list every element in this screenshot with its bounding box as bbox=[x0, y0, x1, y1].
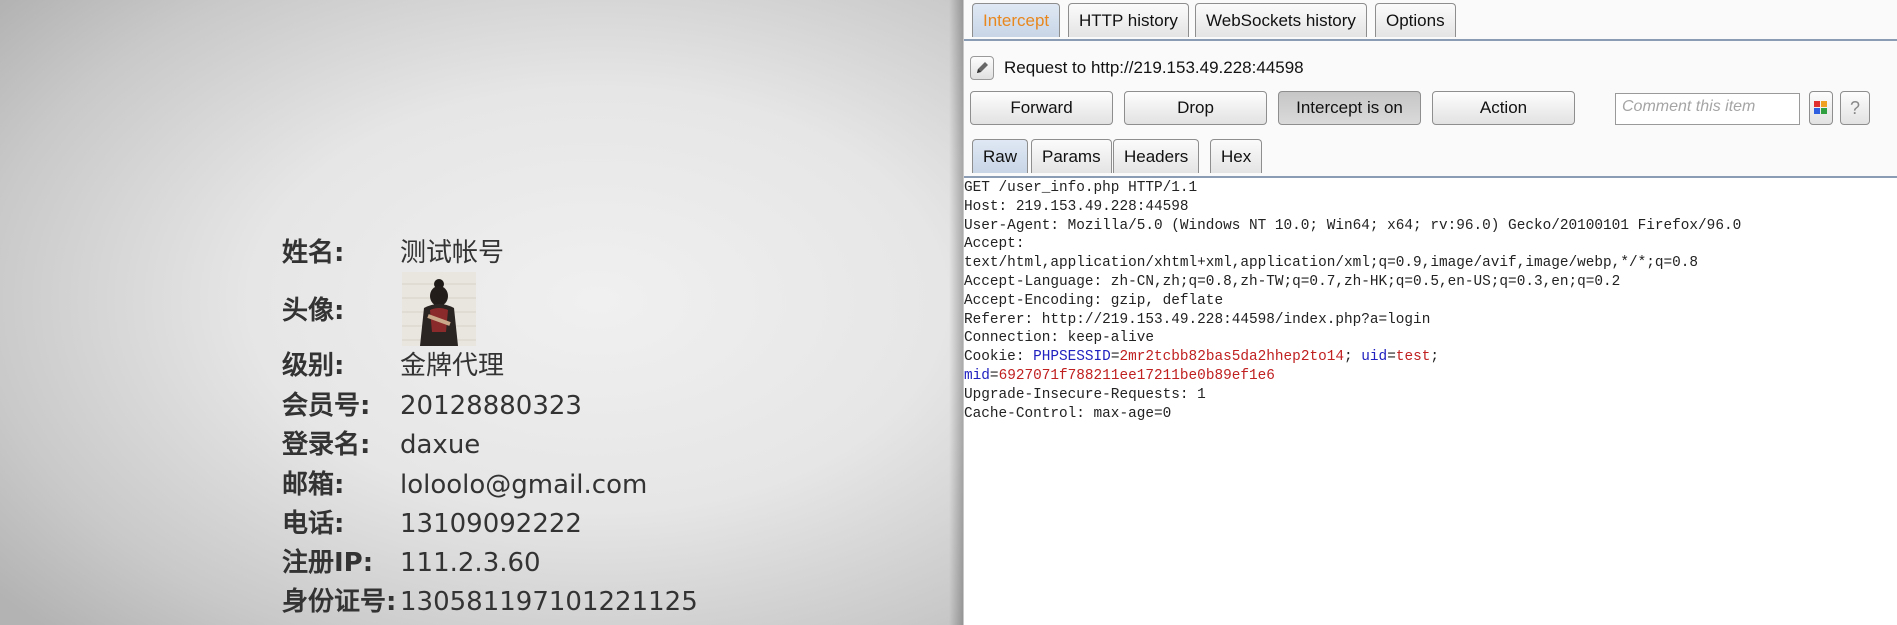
message-view-tabbar: Raw Params Headers Hex bbox=[964, 137, 1897, 178]
name-label: 姓名: bbox=[282, 238, 345, 268]
phone-label: 电话: bbox=[282, 509, 345, 539]
tab-intercept[interactable]: Intercept bbox=[972, 3, 1061, 37]
tab-http-history[interactable]: HTTP history bbox=[1068, 3, 1189, 37]
info-row-reg-ip: 注册IP: 111.2.3.60 bbox=[282, 546, 541, 580]
raw-line: Accept-Encoding: gzip, deflate bbox=[964, 292, 1224, 309]
action-button[interactable]: Action bbox=[1432, 91, 1575, 125]
info-row-name: 姓名: 测试帐号 bbox=[282, 236, 504, 270]
forward-button[interactable]: Forward bbox=[970, 91, 1113, 125]
login-label: 登录名: bbox=[282, 430, 371, 460]
highlight-color-button[interactable] bbox=[1809, 91, 1833, 125]
web-page-panel: 姓名: 测试帐号 头像: 级别: 金牌代理 会员号: 20128880323 登录名:… bbox=[0, 0, 963, 625]
raw-line: Accept-Language: zh-CN,zh;q=0.8,zh-TW;q=… bbox=[964, 273, 1621, 290]
info-row-level: 级别: 金牌代理 bbox=[282, 349, 504, 383]
cookie-phpsessid-value: 2mr2tcbb82bas5da2hhep2to14 bbox=[1119, 349, 1344, 366]
burp-proxy-panel: Intercept HTTP history WebSockets histor… bbox=[963, 0, 1897, 625]
intercept-toggle-button[interactable]: Intercept is on bbox=[1278, 91, 1421, 125]
avatar-label: 头像: bbox=[282, 296, 345, 326]
tab-options[interactable]: Options bbox=[1375, 3, 1456, 37]
request-target-label: Request to http://219.153.49.228:44598 bbox=[1004, 58, 1304, 77]
info-row-login: 登录名: daxue bbox=[282, 428, 480, 462]
cookie-uid-name: uid bbox=[1361, 349, 1388, 366]
cookie-line: Cookie: PHPSESSID=2mr2tcbb82bas5da2hhep2… bbox=[964, 349, 1440, 366]
cookie-prefix: Cookie: bbox=[964, 349, 1034, 366]
avatar bbox=[402, 272, 476, 346]
raw-line: Host: 219.153.49.228:44598 bbox=[964, 198, 1189, 215]
info-row-email: 邮箱: loloolo@gmail.com bbox=[282, 468, 647, 502]
reg-ip-label: 注册IP: bbox=[282, 548, 374, 578]
help-button[interactable]: ? bbox=[1840, 91, 1870, 125]
name-value: 测试帐号 bbox=[400, 238, 505, 268]
cookie-mid-name: mid bbox=[964, 367, 990, 384]
email-label: 邮箱: bbox=[282, 470, 345, 500]
raw-line: Cache-Control: max-age=0 bbox=[964, 405, 1172, 422]
cookie-phpsessid-name: PHPSESSID bbox=[1033, 349, 1111, 366]
raw-line: GET /user_info.php HTTP/1.1 bbox=[964, 180, 1198, 196]
color-grid-icon bbox=[1814, 101, 1827, 114]
email-value: loloolo@gmail.com bbox=[400, 470, 648, 500]
level-label: 级别: bbox=[282, 351, 345, 381]
reg-ip-value: 111.2.3.60 bbox=[400, 548, 541, 578]
member-id-label: 会员号: bbox=[282, 391, 371, 421]
cookie-line-continued: mid=6927071f788211ee17211be0b89ef1e6 bbox=[964, 367, 1275, 384]
pencil-icon[interactable] bbox=[970, 56, 994, 80]
level-value: 金牌代理 bbox=[400, 351, 505, 381]
raw-line: Referer: http://219.153.49.228:44598/ind… bbox=[964, 311, 1431, 328]
raw-line: text/html,application/xhtml+xml,applicat… bbox=[964, 255, 1699, 272]
drop-button[interactable]: Drop bbox=[1124, 91, 1267, 125]
tab-hex[interactable]: Hex bbox=[1210, 139, 1263, 173]
phone-value: 13109092222 bbox=[400, 509, 582, 539]
comment-input[interactable]: Comment this item bbox=[1615, 93, 1800, 125]
tab-raw[interactable]: Raw bbox=[972, 139, 1029, 173]
tab-params[interactable]: Params bbox=[1031, 139, 1112, 173]
info-row-member-id: 会员号: 20128880323 bbox=[282, 389, 582, 423]
id-number-value: 130581197101221125 bbox=[400, 587, 698, 617]
raw-line: Connection: keep-alive bbox=[964, 330, 1154, 347]
tab-headers[interactable]: Headers bbox=[1113, 139, 1200, 173]
login-value: daxue bbox=[400, 430, 481, 460]
info-row-avatar: 头像: bbox=[282, 294, 400, 328]
raw-line: User-Agent: Mozilla/5.0 (Windows NT 10.0… bbox=[964, 217, 1742, 234]
info-row-phone: 电话: 13109092222 bbox=[282, 507, 582, 541]
member-id-value: 20128880323 bbox=[400, 391, 582, 421]
id-number-label: 身份证号: bbox=[282, 587, 397, 617]
raw-request-editor[interactable]: GET /user_info.php HTTP/1.1 Host: 219.153… bbox=[964, 178, 1897, 625]
raw-line: Accept: bbox=[964, 236, 1025, 253]
info-row-id-number: 身份证号: 130581197101221125 bbox=[282, 585, 698, 619]
tab-websockets-history[interactable]: WebSockets history bbox=[1195, 3, 1367, 37]
cookie-uid-value: test bbox=[1395, 349, 1431, 366]
raw-line: Upgrade-Insecure-Requests: 1 bbox=[964, 386, 1206, 403]
cookie-mid-value: 6927071f788211ee17211be0b89ef1e6 bbox=[998, 367, 1275, 384]
proxy-tabbar: Intercept HTTP history WebSockets histor… bbox=[964, 0, 1897, 41]
